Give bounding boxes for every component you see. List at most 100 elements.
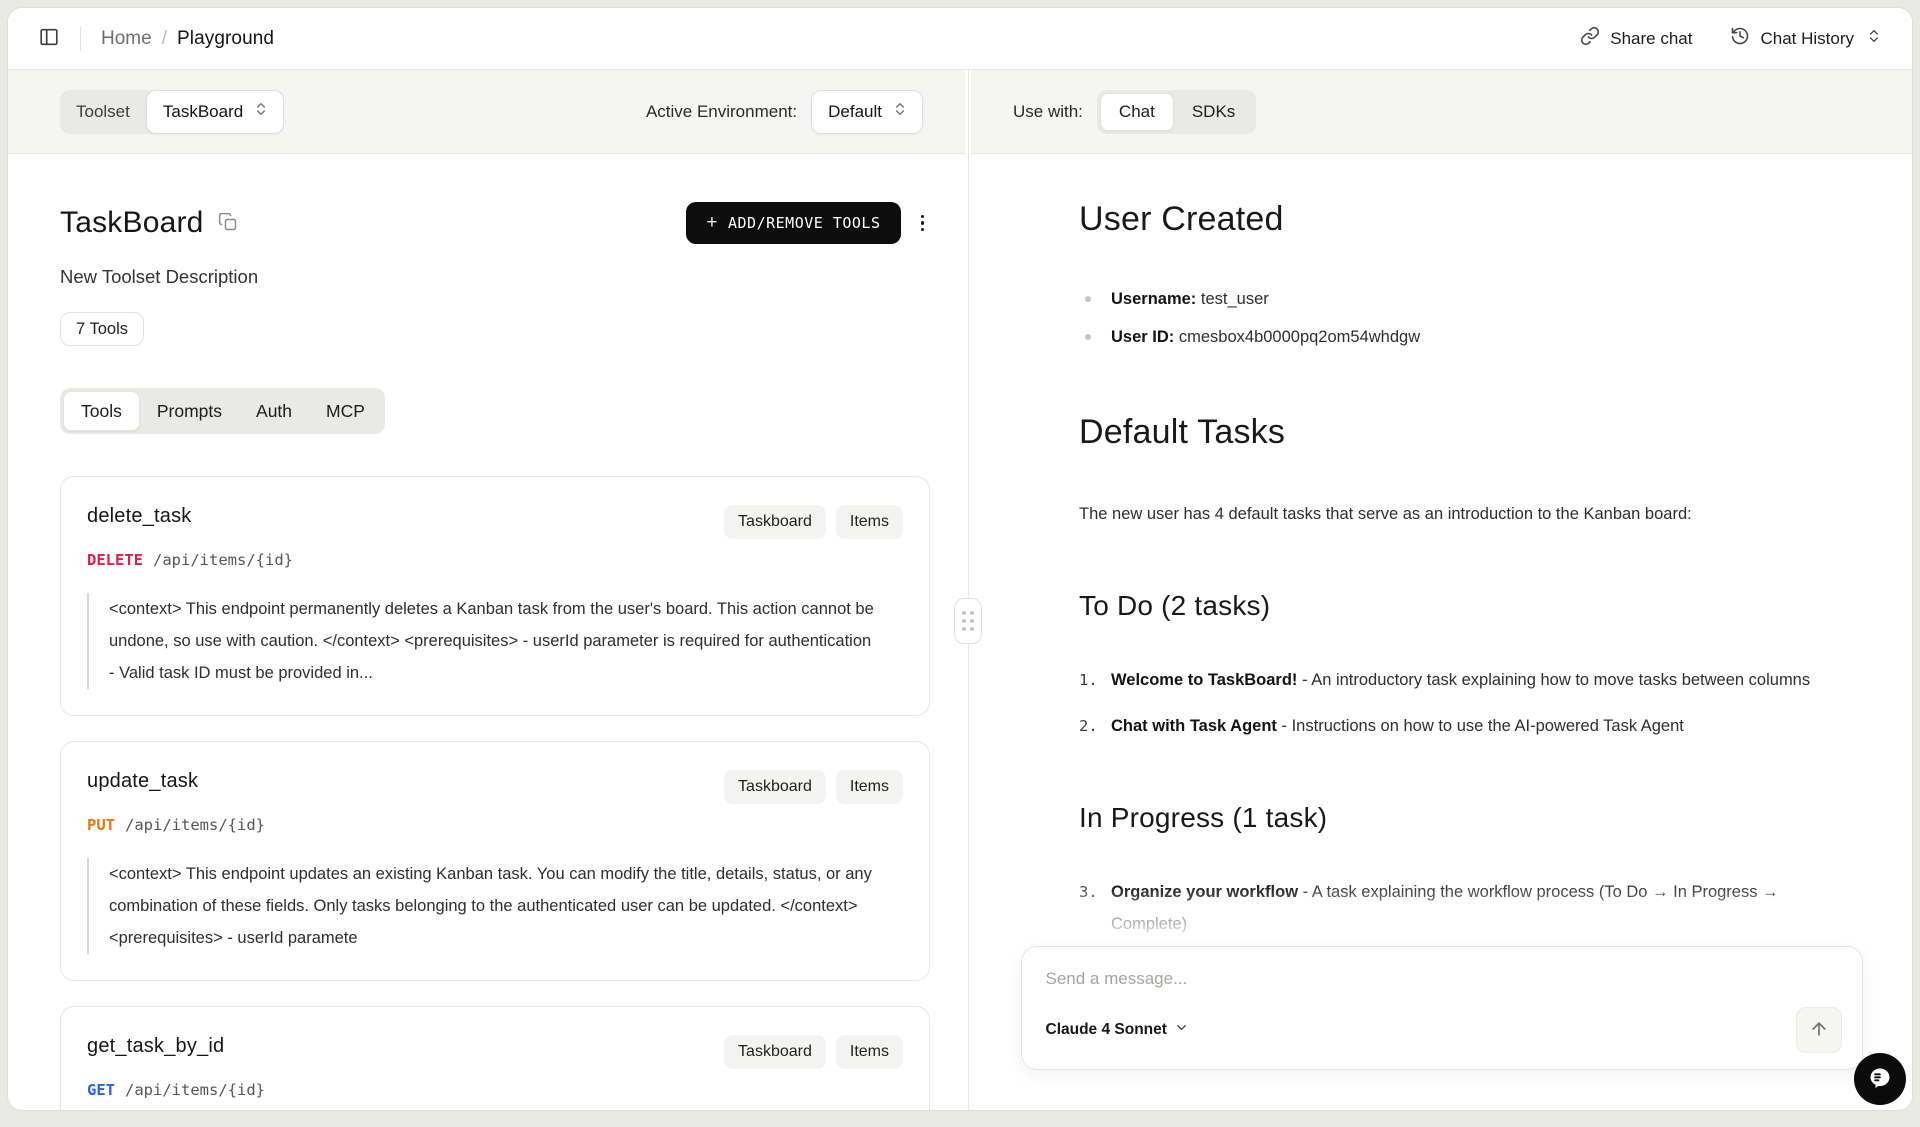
use-with-label: Use with: xyxy=(1013,102,1083,122)
assistant-message: User Created Username: test_user User ID… xyxy=(1079,200,1831,940)
tool-card-delete-task[interactable]: delete_task Taskboard Items DELETE/api/i… xyxy=(60,476,930,716)
support-chat-fab[interactable] xyxy=(1854,1053,1906,1105)
http-method: DELETE xyxy=(87,551,143,569)
heading-in-progress: In Progress (1 task) xyxy=(1079,802,1831,834)
tool-card-update-task[interactable]: update_task Taskboard Items PUT/api/item… xyxy=(60,741,930,981)
add-remove-tools-label: ADD/REMOVE TOOLS xyxy=(728,214,881,232)
copy-icon xyxy=(218,212,238,235)
toolset-title: TaskBoard xyxy=(60,206,204,240)
kebab-menu-icon xyxy=(921,215,925,232)
chat-toolbar: Use with: Chat SDKs xyxy=(971,70,1912,154)
environment-select[interactable]: Default xyxy=(811,90,923,134)
plus-icon: + xyxy=(706,212,718,234)
app-window: Home / Playground Share chat xyxy=(8,8,1912,1110)
tool-badge: Items xyxy=(836,505,903,539)
heading-todo: To Do (2 tasks) xyxy=(1079,590,1831,622)
chevrons-up-down-icon xyxy=(253,101,269,122)
list-item-text: - An introductory task explaining how to… xyxy=(1297,671,1810,689)
user-info-list: Username: test_user User ID: cmesbox4b00… xyxy=(1079,283,1831,353)
toolset-selector-value: TaskBoard xyxy=(163,102,243,122)
list-item-label: Username: xyxy=(1111,290,1196,308)
list-item-value: test_user xyxy=(1196,290,1268,308)
model-name: Claude 4 Sonnet xyxy=(1046,1021,1167,1039)
in-progress-list: 3. Organize your workflow - A task expla… xyxy=(1079,876,1831,940)
environment-value: Default xyxy=(828,102,882,122)
top-header: Home / Playground Share chat xyxy=(8,8,1912,70)
add-remove-tools-button[interactable]: + ADD/REMOVE TOOLS xyxy=(686,202,900,244)
endpoint-path: /api/items/{id} xyxy=(125,816,265,834)
copy-toolset-name-button[interactable] xyxy=(218,212,238,235)
list-item-label: User ID: xyxy=(1111,328,1174,346)
arrow-up-icon xyxy=(1809,1019,1829,1042)
panel-left-icon xyxy=(38,26,60,51)
chevrons-up-down-icon xyxy=(892,101,908,122)
list-item-number: 2. xyxy=(1079,710,1111,742)
active-environment-label: Active Environment: xyxy=(646,102,797,122)
toolset-tabs: Tools Prompts Auth MCP xyxy=(60,388,930,434)
list-item: 3. Organize your workflow - A task expla… xyxy=(1079,876,1831,940)
toolset-selector[interactable]: Toolset TaskBoard xyxy=(60,90,284,134)
breadcrumb: Home / Playground xyxy=(101,28,274,50)
list-item-value: cmesbox4b0000pq2om54whdgw xyxy=(1174,328,1420,346)
message-composer: Claude 4 Sonnet xyxy=(1021,946,1863,1070)
todo-list: 1. Welcome to TaskBoard! - An introducto… xyxy=(1079,664,1831,742)
use-with-chat-option[interactable]: Chat xyxy=(1100,93,1174,131)
list-item-label: Organize your workflow xyxy=(1111,883,1298,901)
http-method: GET xyxy=(87,1081,115,1099)
list-item: 2. Chat with Task Agent - Instructions o… xyxy=(1079,710,1831,742)
breadcrumb-home[interactable]: Home xyxy=(101,28,152,50)
tool-badge: Taskboard xyxy=(724,770,826,804)
tab-auth[interactable]: Auth xyxy=(239,391,309,431)
http-method: PUT xyxy=(87,816,115,834)
chat-history-button[interactable]: Chat History xyxy=(1730,26,1882,51)
intro-paragraph: The new user has 4 default tasks that se… xyxy=(1079,498,1831,530)
heading-user-created: User Created xyxy=(1079,200,1831,239)
tab-tools[interactable]: Tools xyxy=(63,391,140,431)
list-item: Username: test_user xyxy=(1079,283,1831,315)
share-chat-button[interactable]: Share chat xyxy=(1580,26,1692,51)
tool-name: delete_task xyxy=(87,505,192,528)
tool-badge: Taskboard xyxy=(724,1035,826,1069)
sidebar-toggle-button[interactable] xyxy=(38,26,60,51)
list-item-number: 1. xyxy=(1079,664,1111,696)
toolset-selector-label: Toolset xyxy=(60,102,146,122)
toolset-more-menu-button[interactable] xyxy=(915,207,931,240)
message-input[interactable] xyxy=(1046,969,1842,989)
tool-name: update_task xyxy=(87,770,198,793)
chat-panel: Use with: Chat SDKs User Created Usernam… xyxy=(971,70,1912,1110)
panel-resize-handle[interactable] xyxy=(954,598,982,644)
list-item: 1. Welcome to TaskBoard! - An introducto… xyxy=(1079,664,1831,696)
toolset-toolbar: Toolset TaskBoard Active Environment: De… xyxy=(8,70,965,154)
endpoint-path: /api/items/{id} xyxy=(125,1081,265,1099)
chevron-down-icon xyxy=(1174,1020,1189,1040)
list-item-text: - Instructions on how to use the AI-powe… xyxy=(1277,717,1684,735)
link-icon xyxy=(1580,26,1600,51)
history-icon xyxy=(1730,26,1750,51)
use-with-sdks-option[interactable]: SDKs xyxy=(1174,93,1253,131)
breadcrumb-separator: / xyxy=(162,28,167,50)
tool-description: <context> This endpoint permanently dele… xyxy=(87,593,877,689)
tab-prompts[interactable]: Prompts xyxy=(140,391,239,431)
endpoint-path: /api/items/{id} xyxy=(153,551,293,569)
tab-mcp[interactable]: MCP xyxy=(309,391,382,431)
tool-badge: Items xyxy=(836,1035,903,1069)
tool-name: get_task_by_id xyxy=(87,1035,224,1058)
tool-badge: Taskboard xyxy=(724,505,826,539)
chevrons-up-down-icon xyxy=(1866,28,1882,49)
toolset-panel-body: TaskBoard + ADD/REMOVE TOOLS xyxy=(8,154,965,1110)
list-item-label: Welcome to TaskBoard! xyxy=(1111,671,1297,689)
speech-bubble-icon xyxy=(1866,1064,1894,1095)
toolset-panel: Toolset TaskBoard Active Environment: De… xyxy=(8,70,965,1110)
list-item: User ID: cmesbox4b0000pq2om54whdgw xyxy=(1079,321,1831,353)
header-divider xyxy=(80,27,81,51)
tool-badge: Items xyxy=(836,770,903,804)
send-button[interactable] xyxy=(1796,1007,1842,1053)
share-chat-label: Share chat xyxy=(1610,29,1692,49)
tool-list: delete_task Taskboard Items DELETE/api/i… xyxy=(60,476,930,1110)
list-item-label: Chat with Task Agent xyxy=(1111,717,1277,735)
tool-card-get-task-by-id[interactable]: get_task_by_id Taskboard Items GET/api/i… xyxy=(60,1006,930,1110)
tool-description: <context> This endpoint updates an exist… xyxy=(87,858,877,954)
use-with-switch: Chat SDKs xyxy=(1097,90,1256,134)
list-item-number: 3. xyxy=(1079,876,1111,940)
model-selector[interactable]: Claude 4 Sonnet xyxy=(1046,1020,1189,1040)
